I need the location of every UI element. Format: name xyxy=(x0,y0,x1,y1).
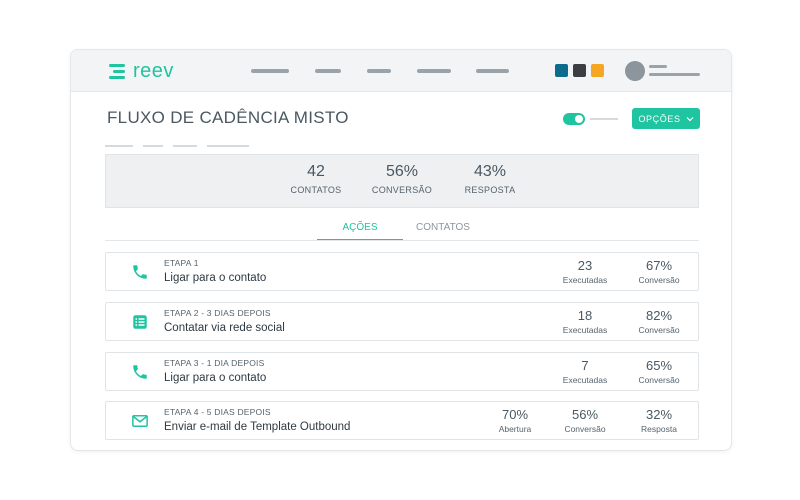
stat-conversion: 56% CONVERSÃO xyxy=(362,163,442,195)
metric-value: 67% xyxy=(645,258,673,273)
app-window: reev FLUXO DE CADÊNCIA MISTO OPÇÕES 42 C… xyxy=(70,49,732,451)
metric-abertura: 70% Abertura xyxy=(480,407,550,434)
nav-item-1[interactable] xyxy=(251,69,289,73)
page-title: FLUXO DE CADÊNCIA MISTO xyxy=(107,108,349,127)
metric-value: 32% xyxy=(645,407,673,422)
color-swatch-orange[interactable] xyxy=(591,64,604,77)
nav-item-5[interactable] xyxy=(476,69,509,73)
metric-label: Abertura xyxy=(498,424,532,434)
metric-value: 18 xyxy=(577,308,593,323)
metric-label: Conversão xyxy=(638,325,680,335)
step-title: Ligar para o contato xyxy=(164,372,267,384)
step-label: ETAPA 3 - 1 DIA DEPOIS xyxy=(164,358,265,368)
metric-value: 23 xyxy=(577,258,593,273)
step-row-1[interactable]: ETAPA 1 Ligar para o contato 23 Executad… xyxy=(105,252,699,291)
stat-label: RESPOSTA xyxy=(464,185,516,195)
toggle-label-line xyxy=(590,118,618,120)
nav-item-4[interactable] xyxy=(417,69,451,73)
color-swatch-blue[interactable] xyxy=(555,64,568,77)
logo-text: reev xyxy=(133,60,174,82)
step-label: ETAPA 2 - 3 DIAS DEPOIS xyxy=(164,308,271,318)
email-icon xyxy=(132,415,148,427)
metric-executadas: 23 Executadas xyxy=(550,258,620,285)
step-row-2[interactable]: ETAPA 2 - 3 DIAS DEPOIS Contatar via red… xyxy=(105,302,699,341)
stat-contacts: 42 CONTATOS xyxy=(276,163,356,195)
metric-value: 82% xyxy=(645,308,673,323)
metric-label: Executadas xyxy=(562,375,608,385)
user-role-line xyxy=(649,73,700,76)
stat-value: 56% xyxy=(385,163,419,180)
step-label: ETAPA 1 xyxy=(164,258,199,268)
step-row-3[interactable]: ETAPA 3 - 1 DIA DEPOIS Ligar para o cont… xyxy=(105,352,699,391)
step-row-4[interactable]: ETAPA 4 - 5 DIAS DEPOIS Enviar e-mail de… xyxy=(105,401,699,440)
metric-conversao: 65% Conversão xyxy=(624,358,694,385)
stat-value: 42 xyxy=(307,163,325,180)
step-title: Ligar para o contato xyxy=(164,272,267,284)
metric-value: 56% xyxy=(571,407,599,422)
stats-summary: 42 CONTATOS 56% CONVERSÃO 43% RESPOSTA xyxy=(105,154,699,208)
metric-conversao: 82% Conversão xyxy=(624,308,694,335)
top-bar: reev xyxy=(71,50,731,92)
metric-resposta: 32% Resposta xyxy=(624,407,694,434)
avatar[interactable] xyxy=(625,61,645,81)
social-list-icon xyxy=(133,315,147,329)
phone-icon xyxy=(133,365,147,379)
stat-value: 43% xyxy=(473,163,507,180)
flow-toggle[interactable] xyxy=(563,113,585,125)
step-title: Enviar e-mail de Template Outbound xyxy=(164,421,351,433)
tabs-divider xyxy=(105,240,699,241)
nav-item-3[interactable] xyxy=(367,69,391,73)
tab-contatos[interactable]: CONTATOS xyxy=(403,222,483,233)
metric-label: Conversão xyxy=(564,424,606,434)
nav-item-2[interactable] xyxy=(315,69,341,73)
user-name-line xyxy=(649,65,667,68)
metric-label: Conversão xyxy=(638,275,680,285)
options-button-label: OPÇÕES xyxy=(638,113,681,124)
metric-label: Executadas xyxy=(562,275,608,285)
stat-label: CONVERSÃO xyxy=(371,185,433,195)
chevron-down-icon xyxy=(686,116,693,121)
reev-logo[interactable]: reev xyxy=(109,61,174,81)
metric-value: 70% xyxy=(501,407,529,422)
options-button[interactable]: OPÇÕES xyxy=(632,108,700,129)
metric-conversao: 56% Conversão xyxy=(550,407,620,434)
step-label: ETAPA 4 - 5 DIAS DEPOIS xyxy=(164,407,271,417)
color-swatch-dark[interactable] xyxy=(573,64,586,77)
stat-label: CONTATOS xyxy=(290,185,342,195)
tab-acoes[interactable]: AÇÕES xyxy=(317,222,403,241)
metric-label: Conversão xyxy=(638,375,680,385)
step-title: Contatar via rede social xyxy=(164,322,285,334)
stat-response: 43% RESPOSTA xyxy=(450,163,530,195)
metric-executadas: 7 Executadas xyxy=(550,358,620,385)
metric-value: 65% xyxy=(645,358,673,373)
metric-label: Executadas xyxy=(562,325,608,335)
metric-value: 7 xyxy=(581,358,589,373)
phone-icon xyxy=(133,265,147,279)
toggle-knob xyxy=(575,115,583,123)
metric-label: Resposta xyxy=(641,424,677,434)
metric-conversao: 67% Conversão xyxy=(624,258,694,285)
logo-mark-icon xyxy=(109,62,129,80)
metric-executadas: 18 Executadas xyxy=(550,308,620,335)
